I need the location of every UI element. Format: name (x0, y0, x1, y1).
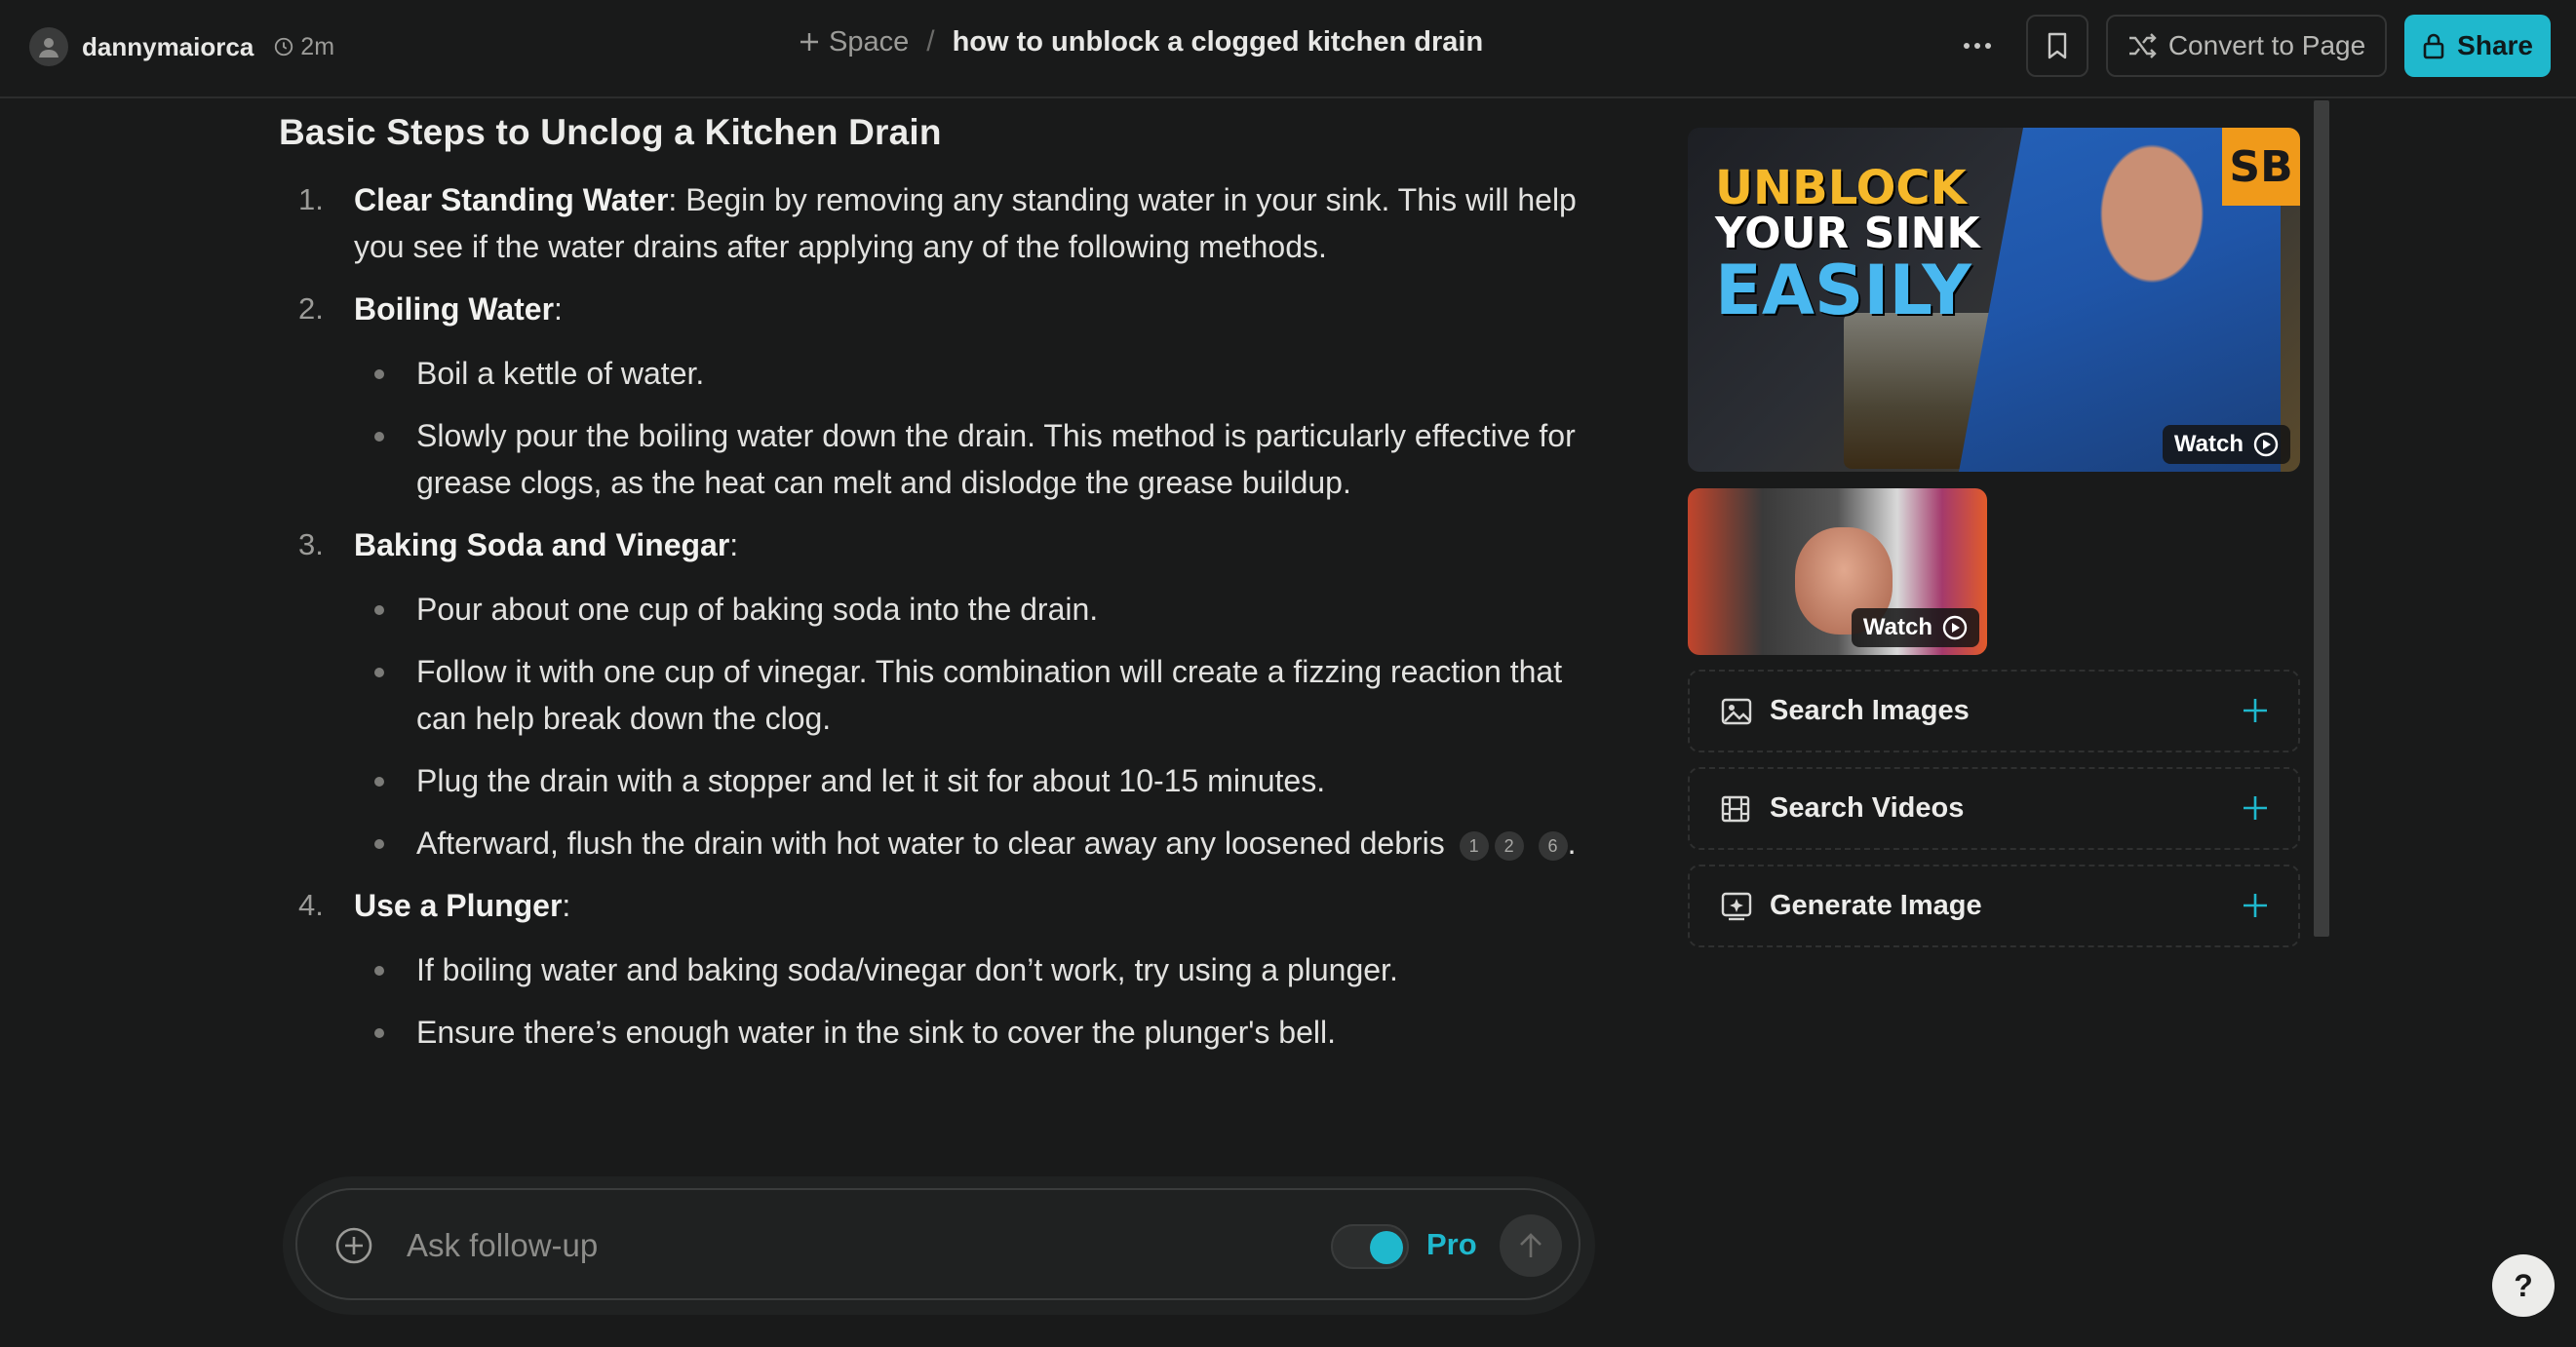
step-body: : (729, 527, 739, 562)
follow-up-composer: Pro (295, 1188, 1581, 1300)
answer-heading: Basic Steps to Unclog a Kitchen Drain (279, 112, 942, 152)
sparkle-image-icon (1721, 892, 1754, 921)
thread-title[interactable]: how to unblock a clogged kitchen drain (953, 26, 1484, 58)
step-text: Baking Soda and Vinegar: (354, 521, 1615, 568)
play-circle-icon (2253, 432, 2279, 457)
share-label: Share (2457, 30, 2533, 60)
watch-button[interactable]: Watch (1851, 608, 1979, 647)
top-bar: dannymaiorca 2m Space / how to unblock a… (0, 0, 2576, 98)
thumbnail-title: UNBLOCK YOUR SINK EASILY (1715, 165, 1980, 326)
breadcrumb-separator: / (926, 25, 935, 58)
convert-to-page-button[interactable]: Convert to Page (2105, 15, 2388, 77)
list-item: Pour about one cup of baking soda into t… (279, 586, 1615, 633)
step-3: 3. Baking Soda and Vinegar: Pour about o… (279, 521, 1615, 866)
tool-label: Search Videos (1770, 792, 1965, 824)
step-title: Clear Standing Water (354, 182, 669, 217)
time-ago: 2m (273, 33, 334, 61)
step-text: Use a Plunger: (354, 882, 1615, 929)
ellipsis-icon (1963, 43, 1991, 49)
step-number: 4. (298, 888, 324, 922)
avatar[interactable] (29, 27, 68, 66)
step-number: 3. (298, 527, 324, 561)
list-item: Plug the drain with a stopper and let it… (279, 757, 1615, 804)
citation-badge[interactable]: 1 (1459, 830, 1489, 861)
step-number: 1. (298, 182, 324, 216)
step-2: 2. Boiling Water: Boil a kettle of water… (279, 286, 1615, 506)
share-button[interactable]: Share (2404, 15, 2551, 77)
plus-icon (2242, 789, 2269, 828)
submit-button[interactable] (1500, 1214, 1562, 1277)
video-thumbnail-main[interactable]: UNBLOCK YOUR SINK EASILY SB Watch (1688, 128, 2300, 472)
watch-label: Watch (1862, 614, 1932, 640)
list-item: Slowly pour the boiling water down the d… (279, 412, 1615, 506)
header-actions: Convert to Page Share (1946, 15, 2551, 77)
watch-label: Watch (2173, 431, 2244, 457)
space-label: Space (829, 25, 910, 58)
watch-button[interactable]: Watch (2162, 425, 2290, 464)
list-item: Follow it with one cup of vinegar. This … (279, 648, 1615, 742)
bookmark-button[interactable] (2025, 15, 2088, 77)
film-icon (1721, 795, 1754, 823)
toggle-knob (1370, 1231, 1403, 1264)
citation-badge[interactable]: 2 (1494, 830, 1524, 861)
citation-badge[interactable]: 6 (1538, 830, 1568, 861)
step-1: 1. Clear Standing Water: Begin by removi… (279, 176, 1615, 270)
step-body: : (554, 291, 563, 327)
step-bullets: Pour about one cup of baking soda into t… (354, 586, 1615, 866)
list-item: Boil a kettle of water. (279, 350, 1615, 397)
play-circle-icon (1942, 615, 1968, 640)
clock-icon (275, 37, 293, 57)
step-title: Boiling Water (354, 291, 555, 327)
username[interactable]: dannymaiorca (82, 32, 254, 62)
tool-label: Search Images (1770, 695, 1970, 726)
user-info: dannymaiorca 2m (29, 27, 334, 66)
pro-toggle[interactable] (1331, 1224, 1409, 1269)
pro-label[interactable]: Pro (1426, 1227, 1477, 1262)
step-title: Use a Plunger (354, 888, 563, 923)
lock-icon (2423, 33, 2444, 59)
step-4: 4. Use a Plunger: If boiling water and b… (279, 882, 1615, 1056)
plus-circle-icon (335, 1227, 372, 1264)
arrow-up-icon (1520, 1233, 1542, 1257)
list-item: If boiling water and baking soda/vinegar… (279, 946, 1615, 993)
step-bullets: Boil a kettle of water. Slowly pour the … (354, 350, 1615, 506)
media-sidebar: UNBLOCK YOUR SINK EASILY SB Watch Watch … (1688, 128, 2302, 947)
bookmark-icon (2048, 32, 2067, 59)
search-images-button[interactable]: Search Images (1688, 670, 2300, 752)
step-text: Clear Standing Water: Begin by removing … (354, 176, 1615, 270)
answer-content: Basic Steps to Unclog a Kitchen Drain 1.… (279, 112, 1615, 1184)
channel-logo: SB (2222, 128, 2300, 206)
more-options-button[interactable] (1946, 15, 2009, 77)
breadcrumb: Space / how to unblock a clogged kitchen… (798, 25, 1483, 58)
step-body: : (562, 888, 571, 923)
step-text: Boiling Water: (354, 286, 1615, 332)
plus-icon (800, 33, 818, 51)
image-icon (1721, 698, 1754, 725)
plus-icon (2242, 692, 2269, 731)
plus-icon (2242, 887, 2269, 926)
convert-label: Convert to Page (2167, 30, 2366, 60)
follow-up-input[interactable] (407, 1219, 1284, 1272)
step-bullets: If boiling water and baking soda/vinegar… (354, 946, 1615, 1056)
shuffle-icon (2128, 33, 2157, 58)
time-ago-label: 2m (300, 32, 335, 60)
list-item-with-citations: Afterward, flush the drain with hot wate… (279, 820, 1615, 866)
step-number: 2. (298, 291, 324, 326)
thumbnail-line-1: UNBLOCK (1715, 161, 1967, 215)
video-thumbnail-secondary[interactable]: Watch (1688, 488, 1987, 655)
step-title: Baking Soda and Vinegar (354, 527, 730, 562)
generate-image-button[interactable]: Generate Image (1688, 865, 2300, 947)
user-icon (39, 38, 59, 58)
list-item-text: Afterward, flush the drain with hot wate… (416, 826, 1445, 861)
attach-button[interactable] (334, 1226, 373, 1265)
help-button[interactable]: ? (2492, 1254, 2555, 1317)
search-videos-button[interactable]: Search Videos (1688, 767, 2300, 850)
list-item: Ensure there’s enough water in the sink … (279, 1009, 1615, 1056)
scrollbar[interactable] (2314, 100, 2329, 937)
thumbnail-line-3: EASILY (1715, 250, 1971, 330)
tool-label: Generate Image (1770, 890, 1982, 921)
add-to-space-button[interactable]: Space (798, 26, 909, 58)
trailing-period: . (1567, 826, 1577, 861)
